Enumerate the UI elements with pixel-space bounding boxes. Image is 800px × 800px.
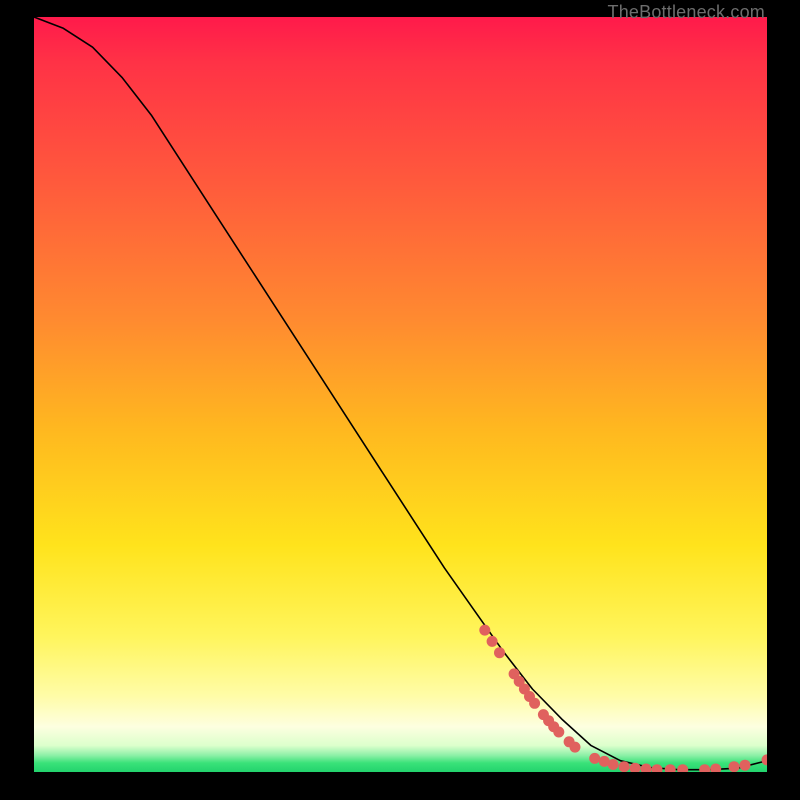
data-marker (677, 764, 688, 772)
data-markers (479, 625, 767, 772)
data-marker (665, 764, 676, 772)
data-marker (529, 698, 540, 709)
data-marker (553, 727, 564, 738)
data-marker (630, 763, 641, 772)
data-marker (740, 760, 751, 771)
data-marker (570, 742, 581, 753)
attribution-text: TheBottleneck.com (608, 2, 765, 23)
data-marker (589, 753, 600, 764)
data-marker (762, 754, 768, 765)
data-marker (710, 764, 721, 773)
plot-area (34, 17, 767, 772)
data-marker (729, 761, 740, 772)
data-marker (652, 764, 663, 772)
chart-stage: TheBottleneck.com (0, 0, 800, 800)
data-marker (608, 759, 619, 770)
data-marker (479, 625, 490, 636)
bottleneck-curve (34, 17, 767, 770)
data-marker (699, 764, 710, 772)
data-marker (641, 764, 652, 773)
data-marker (619, 761, 630, 772)
data-marker (487, 636, 498, 647)
data-marker (494, 647, 505, 658)
chart-svg (34, 17, 767, 772)
